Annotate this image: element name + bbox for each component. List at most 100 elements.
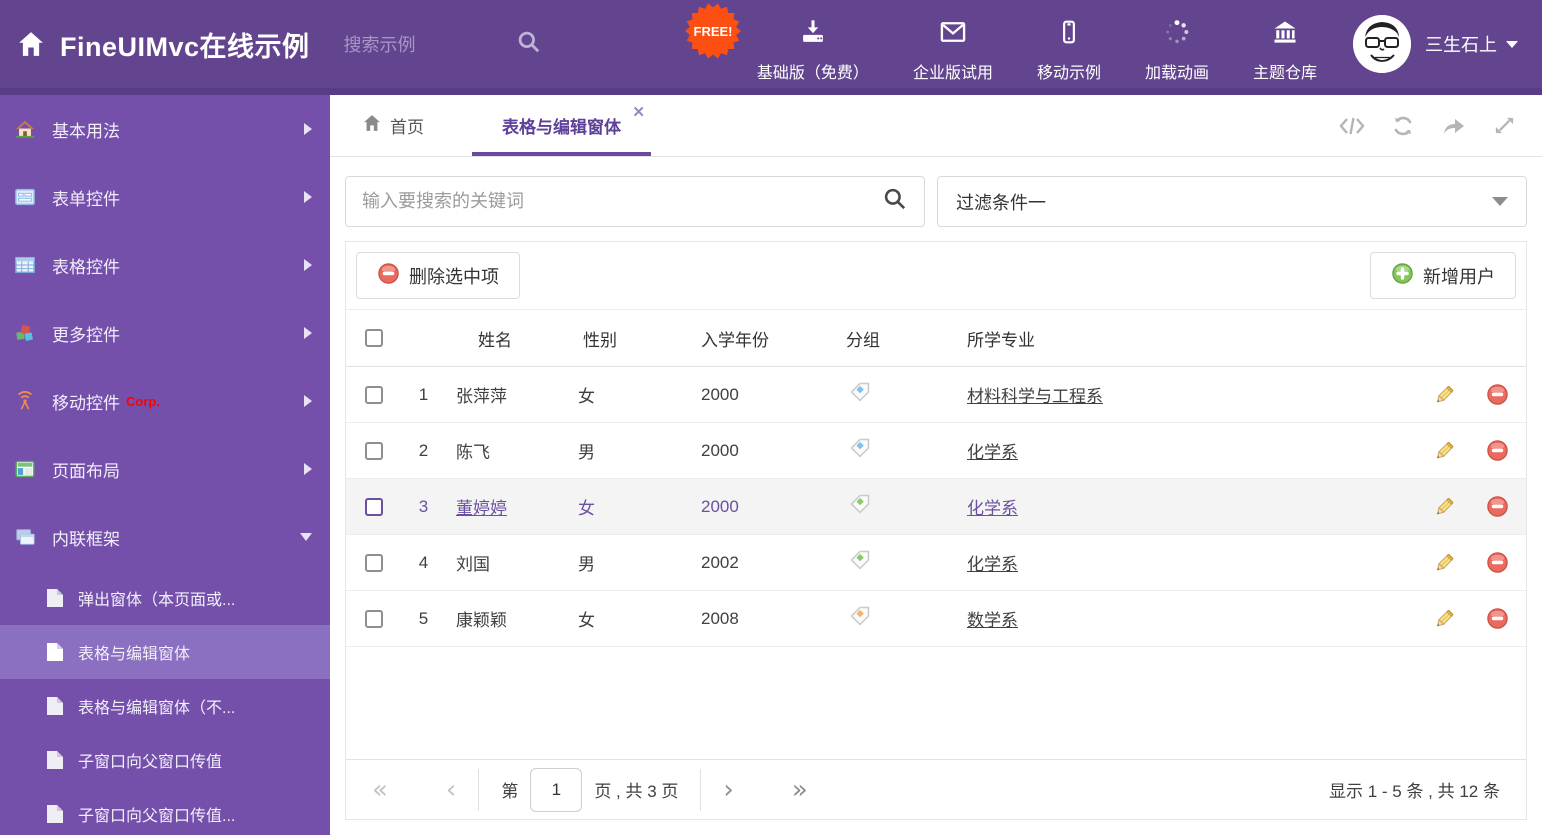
first-page-button[interactable]: « [372,777,388,803]
major-link[interactable]: 化学系 [967,499,1018,518]
keyword-search-box[interactable] [345,176,925,227]
refresh-icon[interactable] [1391,114,1415,138]
nav-mobile-demo[interactable]: 移动示例 [1037,18,1101,83]
column-header-name[interactable]: 姓名 [446,326,571,351]
tab-grid-edit-window[interactable]: 表格与编辑窗体 ✕ [472,95,651,156]
tab-content: 过滤条件一 删除选中项 新增用户 [330,157,1542,835]
user-menu[interactable]: 三生石上 [1353,15,1518,73]
delete-icon[interactable] [1469,495,1526,518]
app-header: FineUIMvc在线示例 搜索示例 FREE! 基础版（免费） 企业版试用 移… [0,0,1542,88]
tab-home[interactable]: 首页 [348,95,438,156]
sidebar-subitem-popup-window[interactable]: 弹出窗体（本页面或... [0,571,330,625]
avatar[interactable] [1353,15,1411,73]
delete-icon[interactable] [1469,551,1526,574]
cell-major: 化学系 [961,494,1419,519]
row-checkbox[interactable] [364,385,383,404]
sidebar-item-inline-frames[interactable]: 内联框架 [0,503,330,571]
table-row[interactable]: 3 董婷婷 女 2000 化学系 [346,479,1526,535]
row-number: 3 [418,496,429,516]
cell-year: 2000 [701,384,739,404]
row-checkbox[interactable] [364,441,383,460]
tag-icon [841,548,961,577]
file-icon [46,588,64,608]
add-user-button[interactable]: 新增用户 [1370,252,1516,299]
delete-icon[interactable] [1469,607,1526,630]
major-link[interactable]: 材料科学与工程系 [967,387,1103,406]
file-icon [46,804,64,824]
chevron-down-icon [300,533,312,541]
select-all-checkbox[interactable] [364,329,383,347]
antenna-icon [14,390,36,412]
nav-theme-store[interactable]: 主题仓库 [1253,18,1317,83]
column-header-gender[interactable]: 性别 [571,326,686,351]
share-arrow-icon[interactable] [1441,115,1467,137]
nav-basic-free[interactable]: 基础版（免费） [757,18,869,83]
edit-icon[interactable] [1419,383,1469,407]
source-code-icon[interactable] [1339,115,1365,137]
row-checkbox[interactable] [364,553,383,572]
table-row[interactable]: 2 陈飞 男 2000 化学系 [346,423,1526,479]
edit-icon[interactable] [1419,607,1469,631]
chevron-down-icon [1506,40,1518,48]
keyword-search-input[interactable] [362,191,882,212]
next-page-button[interactable]: › [723,777,733,803]
filter-row: 过滤条件一 [345,176,1527,227]
plus-circle-icon [1391,262,1414,290]
cell-gender: 女 [578,387,595,406]
header-search-placeholder[interactable]: 搜索示例 [344,31,416,57]
sidebar-item-basic-usage[interactable]: 基本用法 [0,95,330,163]
chevron-right-icon [304,395,312,407]
sidebar-subitem-child-to-parent[interactable]: 子窗口向父窗口传值 [0,733,330,787]
cell-gender: 女 [578,499,595,518]
major-link[interactable]: 化学系 [967,443,1018,462]
main-area: 首页 表格与编辑窗体 ✕ 过滤条件一 [330,95,1542,835]
edit-icon[interactable] [1419,551,1469,575]
edit-icon[interactable] [1419,495,1469,519]
cell-year: 2000 [701,496,739,516]
pagination-bar: « ‹ 第 页 , 共 3 页 › » 显示 1 - 5 条 , 共 12 条 [346,759,1526,819]
column-header-year[interactable]: 入学年份 [686,326,841,351]
sidebar-item-page-layout[interactable]: 页面布局 [0,435,330,503]
delete-selected-button[interactable]: 删除选中项 [356,252,520,299]
column-header-major[interactable]: 所学专业 [961,326,1419,351]
maximize-icon[interactable] [1493,114,1516,137]
nav-loading-animation[interactable]: 加载动画 [1145,18,1209,83]
major-link[interactable]: 数学系 [967,611,1018,630]
table-row[interactable]: 1 张萍萍 女 2000 材料科学与工程系 [346,367,1526,423]
column-header-group[interactable]: 分组 [841,326,961,351]
sidebar-item-table-controls[interactable]: 表格控件 [0,231,330,299]
table-row[interactable]: 5 康颖颖 女 2008 数学系 [346,591,1526,647]
chevron-right-icon [304,463,312,475]
last-page-button[interactable]: » [792,777,808,803]
header-search[interactable]: 搜索示例 [344,29,542,60]
sidebar-item-form-controls[interactable]: 表单控件 [0,163,330,231]
prev-page-button[interactable]: ‹ [446,777,456,803]
file-icon [46,642,64,662]
chevron-right-icon [304,123,312,135]
filter-select[interactable]: 过滤条件一 [937,176,1527,227]
close-icon[interactable]: ✕ [632,105,645,120]
layout-icon [14,458,36,480]
sidebar: 基本用法 表单控件 表格控件 更多控件 移动控件 Corp. 页面布局 内联框架… [0,95,330,835]
sidebar-subitem-grid-edit-window-2[interactable]: 表格与编辑窗体（不... [0,679,330,733]
home-logo-icon[interactable] [16,29,46,59]
search-icon[interactable] [516,29,542,60]
cell-year: 2002 [701,552,739,572]
sidebar-subitem-grid-edit-window[interactable]: 表格与编辑窗体 [0,625,330,679]
row-checkbox[interactable] [364,497,383,516]
row-checkbox[interactable] [364,609,383,628]
nav-enterprise-trial[interactable]: 企业版试用 [913,18,993,83]
major-link[interactable]: 化学系 [967,555,1018,574]
mail-icon [938,18,968,51]
page-number-input[interactable] [530,767,583,812]
search-icon[interactable] [882,186,908,217]
sidebar-item-more-controls[interactable]: 更多控件 [0,299,330,367]
table-row[interactable]: 4 刘国 男 2002 化学系 [346,535,1526,591]
user-name: 三生石上 [1425,35,1497,55]
delete-icon[interactable] [1469,383,1526,406]
sidebar-subitem-child-to-parent-2[interactable]: 子窗口向父窗口传值... [0,787,330,835]
delete-icon[interactable] [1469,439,1526,462]
form-icon [14,186,36,208]
sidebar-item-mobile-controls[interactable]: 移动控件 Corp. [0,367,330,435]
edit-icon[interactable] [1419,439,1469,463]
